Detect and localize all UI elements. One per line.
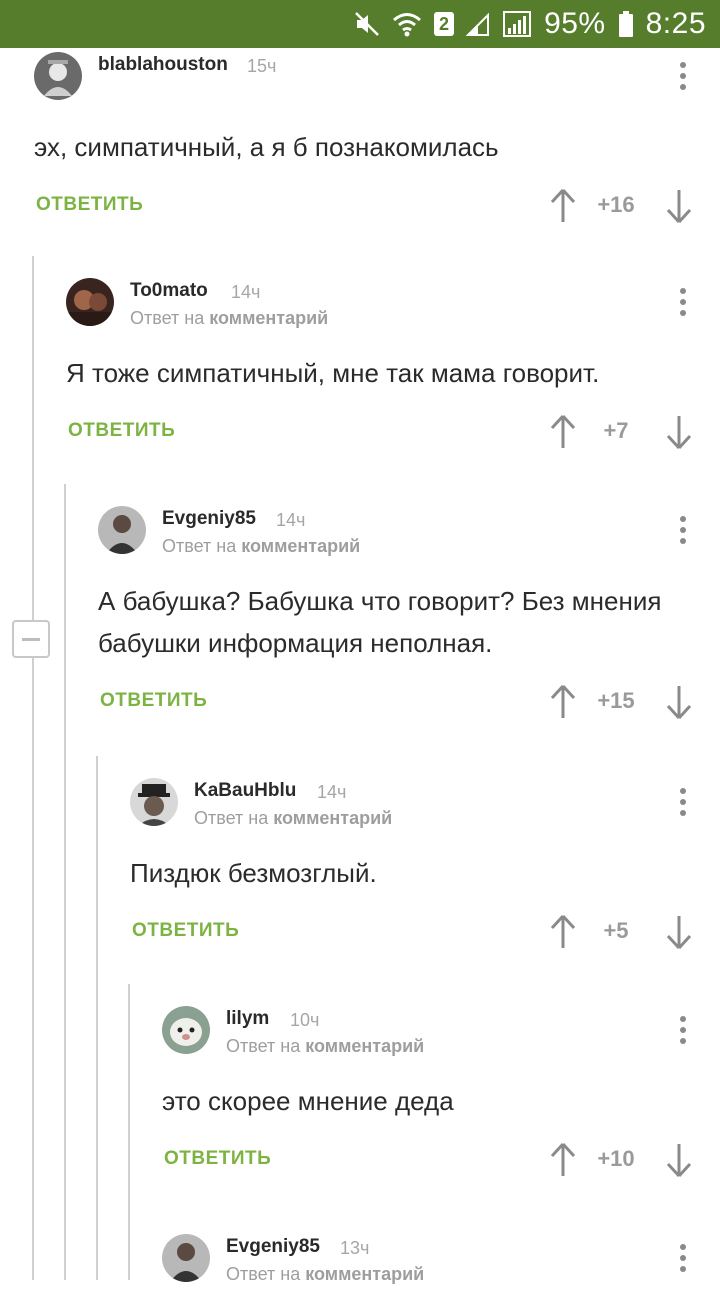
avatar[interactable] bbox=[66, 278, 114, 326]
comment: KaBauHblu 14ч Ответ на комментарий Пиздю… bbox=[130, 778, 720, 958]
vote-score: +7 bbox=[603, 418, 629, 443]
status-bar: 2 95% 8:25 bbox=[0, 0, 720, 48]
sim-badge: 2 bbox=[434, 12, 455, 36]
reply-to-label: Ответ на комментарий bbox=[226, 1264, 425, 1284]
reply-button[interactable]: ОТВЕТИТЬ bbox=[68, 420, 175, 442]
reply-target-link[interactable]: комментарий bbox=[273, 808, 392, 828]
comment-text: Пиздюк безмозглый. bbox=[130, 858, 377, 888]
reply-button[interactable]: ОТВЕТИТЬ bbox=[132, 920, 239, 942]
battery-icon bbox=[618, 10, 634, 38]
avatar[interactable] bbox=[162, 1234, 210, 1282]
comment: blablahouston 15ч эх, симпатичный, а я б… bbox=[34, 52, 720, 232]
reply-target-link[interactable]: комментарий bbox=[305, 1264, 424, 1284]
signal-icon bbox=[466, 11, 490, 37]
comment-text: это скорее мнение деда bbox=[162, 1086, 454, 1116]
vote-score: +10 bbox=[597, 1146, 635, 1171]
mute-icon bbox=[354, 11, 380, 37]
timestamp: 14ч bbox=[276, 510, 306, 530]
timestamp: 15ч bbox=[247, 56, 277, 76]
reply-button[interactable]: ОТВЕТИТЬ bbox=[36, 194, 143, 216]
timestamp: 14ч bbox=[231, 282, 261, 302]
reply-target-link[interactable]: комментарий bbox=[305, 1036, 424, 1056]
avatar[interactable] bbox=[162, 1006, 210, 1054]
more-menu-icon[interactable] bbox=[678, 516, 688, 548]
comment: Evgeniy85 14ч Ответ на комментарий А баб… bbox=[98, 506, 720, 728]
signal-icon bbox=[502, 10, 532, 38]
more-menu-icon[interactable] bbox=[678, 288, 688, 320]
username[interactable]: Evgeniy85 bbox=[162, 508, 256, 530]
reply-target-link[interactable]: комментарий bbox=[241, 536, 360, 556]
avatar[interactable] bbox=[34, 52, 82, 100]
username[interactable]: To0mato bbox=[130, 280, 208, 302]
username[interactable]: blablahouston bbox=[98, 54, 228, 76]
thread-line bbox=[96, 756, 98, 1280]
more-menu-icon[interactable] bbox=[678, 1244, 688, 1276]
vote-score: +16 bbox=[597, 192, 635, 217]
upvote-icon[interactable] bbox=[550, 1142, 576, 1183]
reply-to-label: Ответ на комментарий bbox=[194, 808, 393, 828]
thread-line bbox=[64, 484, 66, 1280]
comment: Evgeniy85 13ч Ответ на комментарий bbox=[162, 1234, 720, 1290]
downvote-icon[interactable] bbox=[666, 188, 692, 229]
vote-score: +5 bbox=[603, 918, 629, 943]
upvote-icon[interactable] bbox=[550, 684, 576, 725]
battery-level: 95% bbox=[544, 7, 606, 40]
downvote-icon[interactable] bbox=[666, 684, 692, 725]
clock: 8:25 bbox=[645, 7, 706, 40]
more-menu-icon[interactable] bbox=[678, 788, 688, 820]
timestamp: 13ч bbox=[340, 1238, 370, 1258]
username[interactable]: lilym bbox=[226, 1008, 269, 1030]
comment-text: эх, симпатичный, а я б познакомилась bbox=[34, 132, 499, 162]
more-menu-icon[interactable] bbox=[678, 1016, 688, 1048]
reply-button[interactable]: ОТВЕТИТЬ bbox=[164, 1148, 271, 1170]
comment: lilym 10ч Ответ на комментарий это скоре… bbox=[162, 1006, 720, 1186]
username[interactable]: Evgeniy85 bbox=[226, 1236, 320, 1258]
wifi-icon bbox=[392, 11, 422, 37]
comment-text: Я тоже симпатичный, мне так мама говорит… bbox=[66, 358, 600, 388]
thread-line bbox=[32, 256, 34, 1280]
timestamp: 10ч bbox=[290, 1010, 320, 1030]
comment: To0mato 14ч Ответ на комментарий Я тоже … bbox=[66, 278, 720, 458]
reply-button[interactable]: ОТВЕТИТЬ bbox=[100, 690, 207, 712]
upvote-icon[interactable] bbox=[550, 914, 576, 955]
avatar[interactable] bbox=[98, 506, 146, 554]
comment-text: А бабушка? Бабушка что говорит? Без мнен… bbox=[98, 586, 662, 658]
downvote-icon[interactable] bbox=[666, 1142, 692, 1183]
avatar[interactable] bbox=[130, 778, 178, 826]
more-menu-icon[interactable] bbox=[678, 62, 688, 94]
reply-target-link[interactable]: комментарий bbox=[209, 308, 328, 328]
timestamp: 14ч bbox=[317, 782, 347, 802]
thread-line bbox=[128, 984, 130, 1280]
downvote-icon[interactable] bbox=[666, 914, 692, 955]
upvote-icon[interactable] bbox=[550, 188, 576, 229]
upvote-icon[interactable] bbox=[550, 414, 576, 455]
reply-to-label: Ответ на комментарий bbox=[226, 1036, 425, 1056]
downvote-icon[interactable] bbox=[666, 414, 692, 455]
vote-score: +15 bbox=[597, 688, 635, 713]
collapse-thread-button[interactable] bbox=[12, 620, 50, 658]
reply-to-label: Ответ на комментарий bbox=[130, 308, 329, 328]
reply-to-label: Ответ на комментарий bbox=[162, 536, 361, 556]
username[interactable]: KaBauHblu bbox=[194, 780, 296, 802]
